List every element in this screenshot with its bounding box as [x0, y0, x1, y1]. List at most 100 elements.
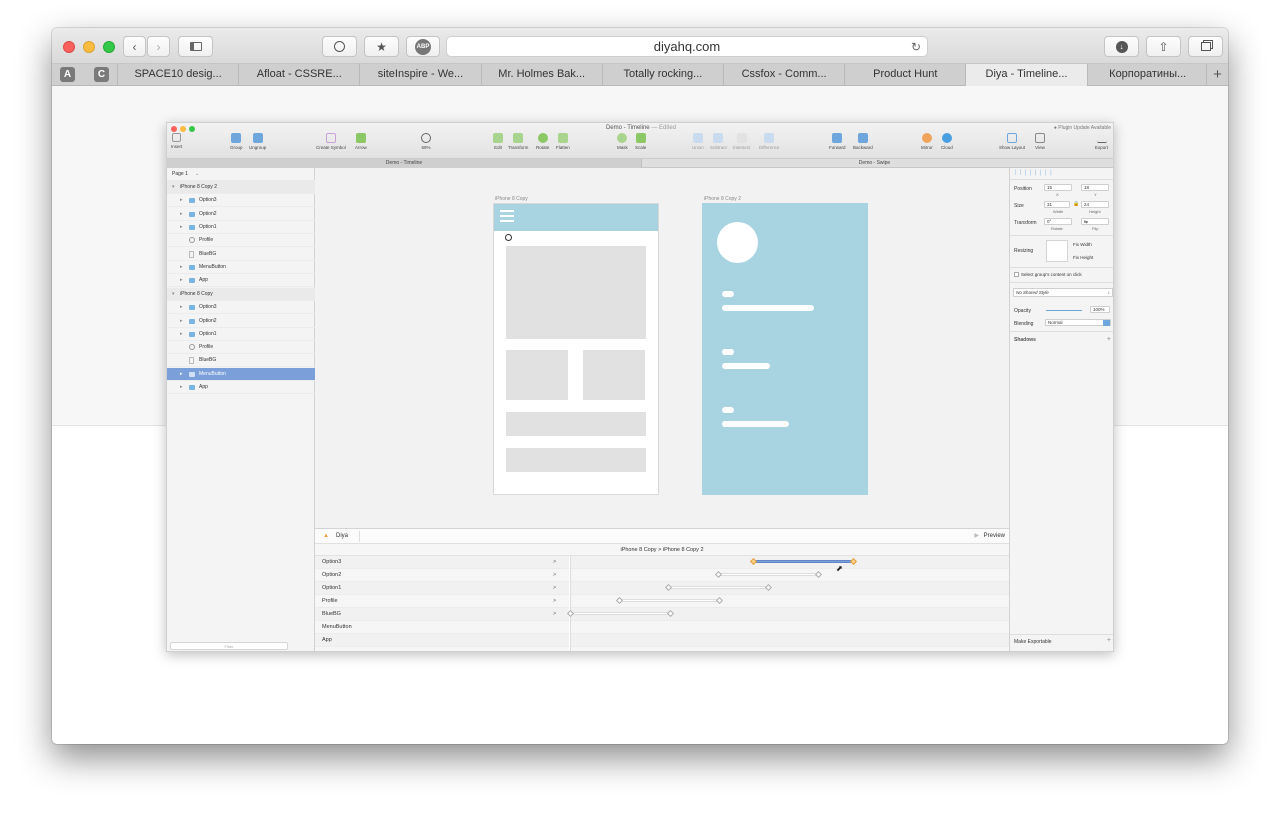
forward-tool[interactable]: Forward	[829, 133, 846, 150]
add-shadow-button[interactable]: +	[1107, 336, 1111, 343]
disclosure-icon[interactable]: ▸	[180, 274, 183, 287]
chevron-right-icon[interactable]: >	[553, 608, 556, 621]
browser-tab[interactable]: Cssfox - Comm...	[723, 64, 844, 86]
layer-row[interactable]: ▸ MenuButton	[167, 261, 315, 274]
layer-row[interactable]: Profile	[167, 234, 315, 248]
add-export-button[interactable]: +	[1107, 637, 1111, 644]
fix-height-toggle[interactable]: Fix Height	[1073, 255, 1093, 260]
disclosure-icon[interactable]: ▸	[180, 381, 183, 394]
animation-bar-option1[interactable]	[669, 586, 769, 589]
timeline-row[interactable]: Option3 >	[315, 556, 1009, 569]
disclosure-icon[interactable]: ▸	[180, 328, 183, 341]
flatten-tool[interactable]: Flatten	[556, 133, 570, 150]
plugin-update-notice[interactable]: ● Plugin Update Available	[1054, 125, 1111, 131]
disclosure-icon[interactable]: ▸	[180, 194, 183, 207]
rotate-tool[interactable]: Rotate	[536, 133, 549, 150]
align-icons[interactable]: ┆┆││││││	[1014, 170, 1055, 176]
layer-artboard[interactable]: ▾ iPhone 8 Copy	[167, 287, 315, 301]
difference-tool[interactable]: Difference	[759, 133, 779, 150]
disclosure-icon[interactable]: ▸	[180, 368, 183, 381]
browser-tab[interactable]: Mr. Holmes Bak...	[480, 64, 602, 86]
layer-row[interactable]: ▸ App	[167, 381, 315, 394]
blending-select[interactable]: Normal	[1045, 319, 1111, 326]
flip-buttons[interactable]: ⇆	[1081, 218, 1109, 225]
bookmarks-button[interactable]: ★	[364, 36, 399, 57]
breadcrumb-to[interactable]: iPhone 8 Copy 2	[663, 547, 704, 553]
arrow-tool[interactable]: Arrow	[355, 133, 367, 150]
disclosure-icon[interactable]: ▾	[172, 288, 175, 301]
opacity-slider[interactable]	[1046, 310, 1082, 311]
artboard-iphone-8-copy[interactable]	[493, 203, 659, 495]
layer-row[interactable]: Profile	[167, 341, 315, 355]
doc-tab-timeline[interactable]: Demo - Timeline	[167, 159, 641, 168]
position-x-field[interactable]: 15	[1044, 184, 1072, 191]
disclosure-icon[interactable]: ▸	[180, 301, 183, 314]
artboard-label[interactable]: iPhone 8 Copy	[495, 196, 528, 202]
browser-tab[interactable]: Afloat - CSSRE...	[238, 64, 359, 86]
pinned-tab-c[interactable]: C	[94, 67, 109, 82]
play-icon[interactable]: ▶	[974, 529, 979, 544]
union-tool[interactable]: Union	[692, 133, 704, 150]
create-symbol-tool[interactable]: Create Symbol	[316, 133, 346, 150]
export-tool[interactable]: Export	[1095, 133, 1108, 150]
browser-tab[interactable]: siteInspire - We...	[359, 64, 480, 86]
select-group-checkbox[interactable]: Select group's content on click	[1014, 272, 1082, 278]
view-tool[interactable]: View	[1035, 133, 1045, 150]
preview-button[interactable]: Preview	[984, 529, 1005, 544]
doc-tab-swipe[interactable]: Demo - Swipe	[641, 159, 1107, 168]
chevron-right-icon[interactable]: >	[553, 595, 556, 608]
share-button[interactable]: ⇧	[1146, 36, 1181, 57]
height-field[interactable]: 24	[1081, 201, 1109, 208]
mask-tool[interactable]: Mask	[617, 133, 628, 150]
reload-icon[interactable]: ↻	[911, 37, 921, 57]
zoom-window-button[interactable]	[103, 41, 115, 53]
chevron-right-icon[interactable]: >	[553, 569, 556, 582]
subtract-tool[interactable]: Subtract	[710, 133, 727, 150]
ungroup-tool[interactable]: Ungroup	[249, 133, 266, 150]
zoom-tool[interactable]: 69%	[421, 133, 431, 150]
animation-bar-option2[interactable]	[719, 573, 819, 576]
forward-button[interactable]: ›	[147, 36, 170, 57]
shared-style-select[interactable]: No Shared Style ↕	[1013, 288, 1113, 297]
timeline-row[interactable]: App	[315, 634, 1009, 647]
layer-row[interactable]: ▸ Option3	[167, 194, 315, 208]
timeline-row[interactable]: Option1 >	[315, 582, 1009, 595]
pinned-tab-a[interactable]: A	[60, 67, 75, 82]
resizing-widget[interactable]	[1046, 240, 1068, 262]
layer-row[interactable]: ▸ MenuButton	[167, 367, 315, 381]
cloud-tool[interactable]: Cloud	[941, 133, 953, 150]
animation-bar-option3[interactable]	[754, 560, 854, 563]
layer-row[interactable]: ▸ Option2	[167, 208, 315, 221]
chevron-right-icon[interactable]: >	[553, 556, 556, 569]
adblock-button[interactable]: ABP	[406, 36, 440, 57]
new-tab-button[interactable]: +	[1206, 64, 1228, 86]
show-layout-tool[interactable]: Show Layout	[999, 133, 1025, 150]
minimize-window-button[interactable]	[83, 41, 95, 53]
scale-tool[interactable]: Scale	[635, 133, 646, 150]
browser-tab[interactable]: Корпоратины...	[1086, 64, 1208, 86]
sidebar-button[interactable]	[178, 36, 213, 57]
intersect-tool[interactable]: Intersect	[733, 133, 750, 150]
browser-tab[interactable]: Totally rocking...	[601, 64, 723, 86]
backward-tool[interactable]: Backward	[853, 133, 873, 150]
animation-bar-bluebg[interactable]	[571, 612, 671, 615]
layer-row[interactable]: ▸ Option2	[167, 315, 315, 328]
disclosure-icon[interactable]: ▸	[180, 315, 183, 328]
group-tool[interactable]: Group	[230, 133, 243, 150]
downloads-button[interactable]: ↓	[1104, 36, 1139, 57]
opacity-field[interactable]: 100%	[1090, 306, 1110, 313]
history-button[interactable]	[322, 36, 357, 57]
layer-row[interactable]: BlueBG	[167, 248, 315, 261]
lock-icon[interactable]: 🔒	[1073, 201, 1079, 207]
address-bar[interactable]: diyahq.com ↻	[446, 36, 928, 57]
disclosure-icon[interactable]: ▸	[180, 221, 183, 234]
layer-artboard[interactable]: ▾ iPhone 8 Copy 2	[167, 181, 315, 194]
back-button[interactable]: ‹	[123, 36, 146, 57]
layer-row[interactable]: ▸ Option1	[167, 328, 315, 341]
timeline-row[interactable]: MenuButton	[315, 621, 1009, 634]
breadcrumb-from[interactable]: iPhone 8 Copy	[620, 547, 656, 553]
rotate-field[interactable]: 0°	[1044, 218, 1072, 225]
browser-tab[interactable]: Product Hunt	[844, 64, 965, 86]
layer-row[interactable]: ▸ App	[167, 274, 315, 288]
browser-tab[interactable]: SPACE10 desig...	[117, 64, 238, 86]
